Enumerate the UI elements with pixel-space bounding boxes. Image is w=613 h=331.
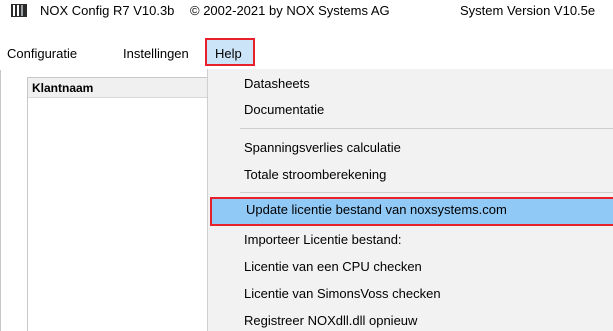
help-item-label: Importeer Licentie bestand: xyxy=(244,232,402,247)
help-item-label: Licentie van SimonsVoss checken xyxy=(244,286,441,301)
menu-separator xyxy=(240,192,613,193)
application-window: NOX Config R7 V10.3b © 2002-2021 by NOX … xyxy=(0,0,613,331)
menu-help[interactable]: Help xyxy=(205,38,255,66)
help-item-label: Datasheets xyxy=(244,76,310,91)
list-column-header[interactable]: Klantnaam xyxy=(28,78,211,98)
menu-separator xyxy=(240,128,613,129)
menu-instellingen[interactable]: Instellingen xyxy=(123,46,189,61)
help-item-registreer-dll[interactable]: Registreer NOXdll.dll opnieuw xyxy=(208,308,613,331)
menu-bar: Configuratie Instellingen Help xyxy=(0,36,613,68)
help-item-label: Registreer NOXdll.dll opnieuw xyxy=(244,313,418,328)
help-item-datasheets[interactable]: Datasheets xyxy=(208,71,613,97)
help-item-label: Update licentie bestand van noxsystems.c… xyxy=(246,202,507,217)
help-item-label: Totale stroomberekening xyxy=(244,167,387,182)
help-item-label: Documentatie xyxy=(244,102,325,117)
copyright-text: © 2002-2021 by NOX Systems AG xyxy=(190,3,390,18)
help-item-label: Spanningsverlies calculatie xyxy=(244,140,401,155)
help-item-licentie-simonsvoss[interactable]: Licentie van SimonsVoss checken xyxy=(208,281,613,307)
help-item-stroomberekening[interactable]: Totale stroomberekening xyxy=(208,162,613,188)
help-item-licentie-cpu[interactable]: Licentie van een CPU checken xyxy=(208,254,613,280)
help-dropdown-menu: Datasheets Documentatie Spanningsverlies… xyxy=(207,69,613,331)
help-item-label: Licentie van een CPU checken xyxy=(244,259,422,274)
help-item-importeer-licentie[interactable]: Importeer Licentie bestand: xyxy=(208,227,613,253)
window-border xyxy=(0,70,1,331)
system-version-text: System Version V10.5e xyxy=(460,3,596,18)
customer-list[interactable]: Klantnaam xyxy=(27,77,212,331)
nox-app-icon xyxy=(11,4,27,17)
menu-configuratie-label: Configuratie xyxy=(7,46,78,61)
column-header-klantnaam: Klantnaam xyxy=(32,81,94,95)
menu-help-label: Help xyxy=(215,46,242,61)
help-item-update-licentie[interactable]: Update licentie bestand van noxsystems.c… xyxy=(210,197,613,226)
window-title: NOX Config R7 V10.3b xyxy=(40,3,175,18)
help-item-spanningsverlies[interactable]: Spanningsverlies calculatie xyxy=(208,135,613,161)
menu-configuratie[interactable]: Configuratie xyxy=(7,46,77,61)
menu-instellingen-label: Instellingen xyxy=(123,46,189,61)
help-item-documentatie[interactable]: Documentatie xyxy=(208,97,613,123)
title-bar: NOX Config R7 V10.3b © 2002-2021 by NOX … xyxy=(0,0,613,20)
